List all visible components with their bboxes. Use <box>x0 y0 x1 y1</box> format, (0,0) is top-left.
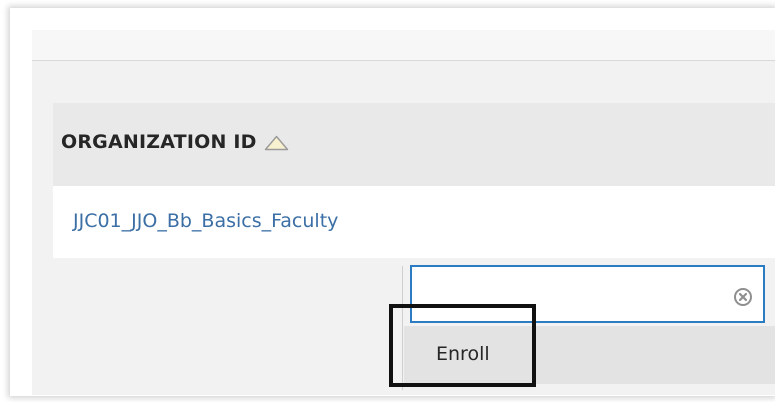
menu-search-input[interactable] <box>410 265 765 323</box>
clear-circle-x-icon[interactable] <box>734 288 752 306</box>
page-top-band <box>32 30 775 61</box>
menu-item-enroll-label: Enroll <box>436 343 490 365</box>
column-header-label: ORGANIZATION ID <box>61 131 257 153</box>
organization-id-link[interactable]: JJC01_JJO_Bb_Basics_Faculty <box>73 210 338 232</box>
column-header-organization-id[interactable]: ORGANIZATION ID <box>61 131 289 153</box>
sort-ascending-icon[interactable] <box>264 134 289 151</box>
